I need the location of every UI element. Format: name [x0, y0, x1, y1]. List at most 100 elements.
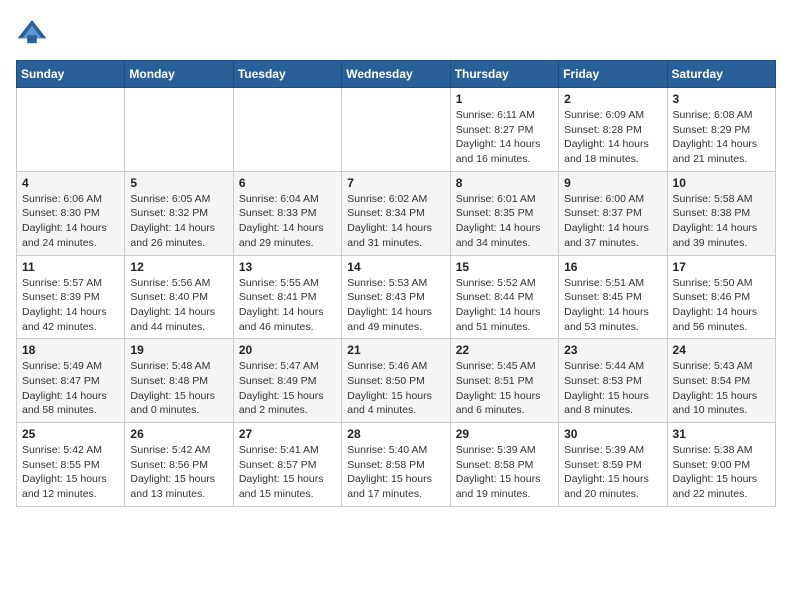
day-number: 7	[347, 176, 444, 190]
calendar-cell: 21 Sunrise: 5:46 AM Sunset: 8:50 PM Dayli…	[342, 339, 450, 423]
day-info: Sunrise: 6:04 AM Sunset: 8:33 PM Dayligh…	[239, 192, 336, 251]
day-number: 22	[456, 343, 553, 357]
day-number: 24	[673, 343, 770, 357]
day-info: Sunrise: 5:47 AM Sunset: 8:49 PM Dayligh…	[239, 359, 336, 418]
day-number: 5	[130, 176, 227, 190]
day-number: 15	[456, 260, 553, 274]
calendar-cell: 30 Sunrise: 5:39 AM Sunset: 8:59 PM Dayli…	[559, 423, 667, 507]
calendar-cell	[17, 88, 125, 172]
calendar-cell: 17Sunrise: 5:50 AM Sunset: 8:46 PM Dayli…	[667, 255, 775, 339]
day-number: 30	[564, 427, 661, 441]
day-number: 29	[456, 427, 553, 441]
calendar-cell: 15 Sunrise: 5:52 AM Sunset: 8:44 PM Dayli…	[450, 255, 558, 339]
day-number: 13	[239, 260, 336, 274]
weekday-header-saturday: Saturday	[667, 61, 775, 88]
day-number: 19	[130, 343, 227, 357]
day-info: Sunrise: 5:58 AM Sunset: 8:38 PM Dayligh…	[673, 192, 770, 251]
calendar-cell: 19 Sunrise: 5:48 AM Sunset: 8:48 PM Dayli…	[125, 339, 233, 423]
day-number: 11	[22, 260, 119, 274]
calendar-cell: 25 Sunrise: 5:42 AM Sunset: 8:55 PM Dayli…	[17, 423, 125, 507]
day-number: 21	[347, 343, 444, 357]
calendar-cell: 7 Sunrise: 6:02 AM Sunset: 8:34 PM Daylig…	[342, 171, 450, 255]
weekday-header-tuesday: Tuesday	[233, 61, 341, 88]
week-row-5: 25 Sunrise: 5:42 AM Sunset: 8:55 PM Dayli…	[17, 423, 776, 507]
day-info: Sunrise: 6:02 AM Sunset: 8:34 PM Dayligh…	[347, 192, 444, 251]
day-info: Sunrise: 5:40 AM Sunset: 8:58 PM Dayligh…	[347, 443, 444, 502]
calendar-cell: 18 Sunrise: 5:49 AM Sunset: 8:47 PM Dayli…	[17, 339, 125, 423]
calendar-cell: 29 Sunrise: 5:39 AM Sunset: 8:58 PM Dayli…	[450, 423, 558, 507]
day-number: 20	[239, 343, 336, 357]
calendar-cell: 31Sunrise: 5:38 AM Sunset: 9:00 PM Dayli…	[667, 423, 775, 507]
calendar-cell: 16 Sunrise: 5:51 AM Sunset: 8:45 PM Dayli…	[559, 255, 667, 339]
day-info: Sunrise: 5:39 AM Sunset: 8:59 PM Dayligh…	[564, 443, 661, 502]
day-info: Sunrise: 5:51 AM Sunset: 8:45 PM Dayligh…	[564, 276, 661, 335]
day-number: 8	[456, 176, 553, 190]
weekday-header-thursday: Thursday	[450, 61, 558, 88]
calendar-cell: 3 Sunrise: 6:08 AM Sunset: 8:29 PM Daylig…	[667, 88, 775, 172]
day-info: Sunrise: 5:45 AM Sunset: 8:51 PM Dayligh…	[456, 359, 553, 418]
calendar-cell: 27 Sunrise: 5:41 AM Sunset: 8:57 PM Dayli…	[233, 423, 341, 507]
day-number: 31	[673, 427, 770, 441]
weekday-header-monday: Monday	[125, 61, 233, 88]
day-number: 2	[564, 92, 661, 106]
calendar-cell: 28 Sunrise: 5:40 AM Sunset: 8:58 PM Dayli…	[342, 423, 450, 507]
calendar-cell: 9 Sunrise: 6:00 AM Sunset: 8:37 PM Daylig…	[559, 171, 667, 255]
calendar-cell: 24Sunrise: 5:43 AM Sunset: 8:54 PM Dayli…	[667, 339, 775, 423]
calendar-cell	[233, 88, 341, 172]
weekday-header-sunday: Sunday	[17, 61, 125, 88]
day-info: Sunrise: 5:39 AM Sunset: 8:58 PM Dayligh…	[456, 443, 553, 502]
day-number: 18	[22, 343, 119, 357]
day-info: Sunrise: 5:49 AM Sunset: 8:47 PM Dayligh…	[22, 359, 119, 418]
day-info: Sunrise: 6:11 AM Sunset: 8:27 PM Dayligh…	[456, 108, 553, 167]
day-info: Sunrise: 6:01 AM Sunset: 8:35 PM Dayligh…	[456, 192, 553, 251]
day-info: Sunrise: 6:06 AM Sunset: 8:30 PM Dayligh…	[22, 192, 119, 251]
day-number: 6	[239, 176, 336, 190]
day-number: 25	[22, 427, 119, 441]
day-info: Sunrise: 5:42 AM Sunset: 8:55 PM Dayligh…	[22, 443, 119, 502]
day-number: 3	[673, 92, 770, 106]
calendar-cell: 13 Sunrise: 5:55 AM Sunset: 8:41 PM Dayli…	[233, 255, 341, 339]
day-number: 23	[564, 343, 661, 357]
weekday-header-wednesday: Wednesday	[342, 61, 450, 88]
day-info: Sunrise: 6:05 AM Sunset: 8:32 PM Dayligh…	[130, 192, 227, 251]
week-row-2: 4Sunrise: 6:06 AM Sunset: 8:30 PM Daylig…	[17, 171, 776, 255]
day-info: Sunrise: 5:56 AM Sunset: 8:40 PM Dayligh…	[130, 276, 227, 335]
day-number: 27	[239, 427, 336, 441]
day-number: 9	[564, 176, 661, 190]
calendar-table: SundayMondayTuesdayWednesdayThursdayFrid…	[16, 60, 776, 507]
day-info: Sunrise: 5:55 AM Sunset: 8:41 PM Dayligh…	[239, 276, 336, 335]
day-info: Sunrise: 6:09 AM Sunset: 8:28 PM Dayligh…	[564, 108, 661, 167]
calendar-cell: 11Sunrise: 5:57 AM Sunset: 8:39 PM Dayli…	[17, 255, 125, 339]
day-info: Sunrise: 5:53 AM Sunset: 8:43 PM Dayligh…	[347, 276, 444, 335]
logo	[16, 16, 54, 48]
calendar-cell: 23 Sunrise: 5:44 AM Sunset: 8:53 PM Dayli…	[559, 339, 667, 423]
day-info: Sunrise: 5:48 AM Sunset: 8:48 PM Dayligh…	[130, 359, 227, 418]
day-info: Sunrise: 5:52 AM Sunset: 8:44 PM Dayligh…	[456, 276, 553, 335]
calendar-cell: 22 Sunrise: 5:45 AM Sunset: 8:51 PM Dayli…	[450, 339, 558, 423]
calendar-cell: 5 Sunrise: 6:05 AM Sunset: 8:32 PM Daylig…	[125, 171, 233, 255]
day-number: 28	[347, 427, 444, 441]
day-info: Sunrise: 5:44 AM Sunset: 8:53 PM Dayligh…	[564, 359, 661, 418]
day-info: Sunrise: 5:42 AM Sunset: 8:56 PM Dayligh…	[130, 443, 227, 502]
calendar-cell: 8 Sunrise: 6:01 AM Sunset: 8:35 PM Daylig…	[450, 171, 558, 255]
day-info: Sunrise: 5:46 AM Sunset: 8:50 PM Dayligh…	[347, 359, 444, 418]
logo-icon	[16, 16, 48, 48]
week-row-4: 18 Sunrise: 5:49 AM Sunset: 8:47 PM Dayli…	[17, 339, 776, 423]
page-header	[16, 16, 776, 48]
day-number: 17	[673, 260, 770, 274]
calendar-cell: 12Sunrise: 5:56 AM Sunset: 8:40 PM Dayli…	[125, 255, 233, 339]
calendar-cell: 14 Sunrise: 5:53 AM Sunset: 8:43 PM Dayli…	[342, 255, 450, 339]
weekday-header-friday: Friday	[559, 61, 667, 88]
weekday-header-row: SundayMondayTuesdayWednesdayThursdayFrid…	[17, 61, 776, 88]
day-number: 10	[673, 176, 770, 190]
day-number: 14	[347, 260, 444, 274]
week-row-3: 11Sunrise: 5:57 AM Sunset: 8:39 PM Dayli…	[17, 255, 776, 339]
day-number: 16	[564, 260, 661, 274]
day-number: 1	[456, 92, 553, 106]
calendar-cell	[342, 88, 450, 172]
calendar-cell: 20 Sunrise: 5:47 AM Sunset: 8:49 PM Dayli…	[233, 339, 341, 423]
day-info: Sunrise: 6:00 AM Sunset: 8:37 PM Dayligh…	[564, 192, 661, 251]
calendar-cell: 26Sunrise: 5:42 AM Sunset: 8:56 PM Dayli…	[125, 423, 233, 507]
day-info: Sunrise: 6:08 AM Sunset: 8:29 PM Dayligh…	[673, 108, 770, 167]
day-info: Sunrise: 5:41 AM Sunset: 8:57 PM Dayligh…	[239, 443, 336, 502]
